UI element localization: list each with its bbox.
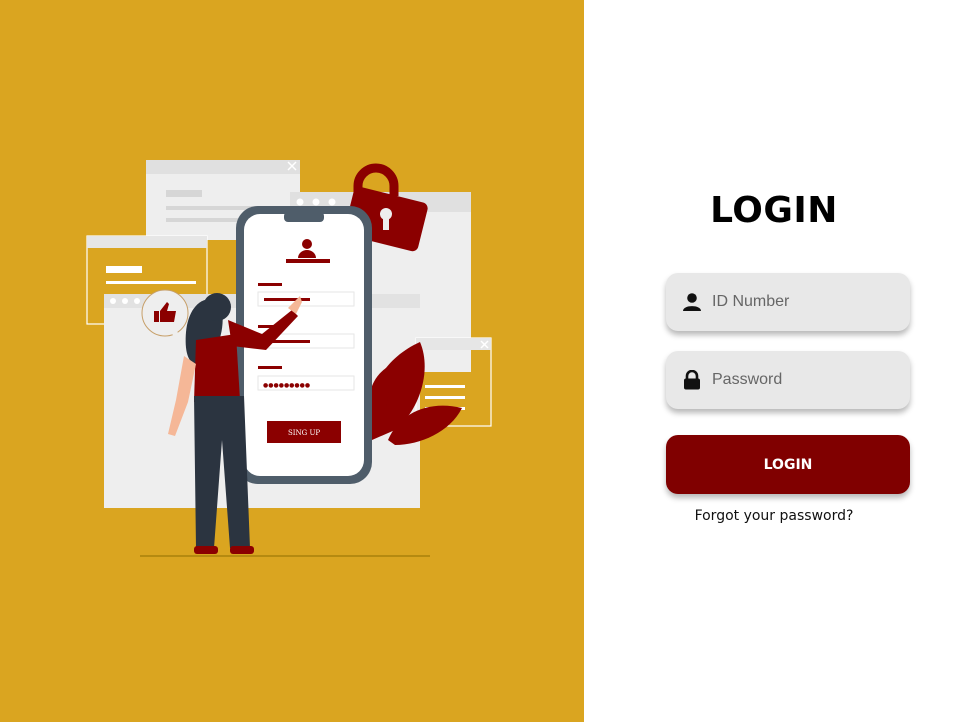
login-button[interactable]: LOGIN xyxy=(666,435,910,494)
illustration-panel: ●●●●●●●●● SING UP xyxy=(0,0,584,722)
id-number-input[interactable] xyxy=(712,273,902,331)
password-field[interactable] xyxy=(666,351,910,409)
ground-line xyxy=(140,555,430,557)
login-panel: LOGIN LOGIN Forgot your password? xyxy=(584,0,964,722)
login-title: LOGIN xyxy=(710,190,838,231)
user-icon xyxy=(683,293,701,311)
password-input[interactable] xyxy=(712,351,902,409)
phone-signup-label: SING UP xyxy=(288,429,320,437)
password-dots: ●●●●●●●●● xyxy=(263,382,310,389)
lock-icon xyxy=(684,370,700,390)
id-number-field[interactable] xyxy=(666,273,910,331)
login-illustration: ●●●●●●●●● SING UP xyxy=(86,160,492,557)
forgot-password-link[interactable]: Forgot your password? xyxy=(584,508,964,524)
